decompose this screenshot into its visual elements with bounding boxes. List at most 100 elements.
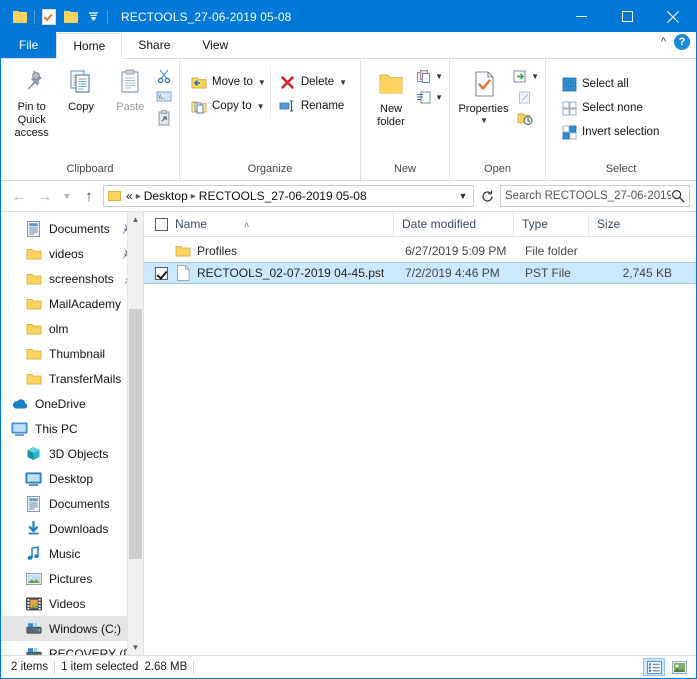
window-title: RECTOOLS_27-06-2019 05-08 (121, 9, 292, 24)
forward-button[interactable]: → (33, 185, 57, 207)
sidebar-item-screenshots[interactable]: screenshots (1, 266, 143, 291)
breadcrumb-prefix[interactable]: « (126, 189, 133, 203)
sidebar-item-3d-objects[interactable]: 3D Objects (1, 441, 143, 466)
sidebar-item-label: MailAcademy (49, 296, 122, 311)
large-icons-view-button[interactable] (668, 658, 690, 676)
sidebar-item-label: Videos (49, 596, 86, 611)
qat-folder-icon[interactable] (9, 6, 31, 28)
rename-button[interactable]: Rename (275, 95, 354, 117)
breadcrumb-dropdown-icon[interactable]: ▼ (455, 191, 471, 201)
sidebar-item-recovery-d[interactable]: RECOVERY (D:) (1, 641, 143, 655)
maximize-button[interactable] (604, 1, 650, 32)
select-all-checkbox[interactable] (155, 217, 168, 231)
help-icon[interactable]: ? (674, 34, 690, 50)
sidebar-item-this-pc[interactable]: This PC (1, 416, 143, 441)
refresh-button[interactable] (476, 185, 498, 207)
delete-button[interactable]: Delete ▼ (275, 71, 354, 93)
edit-button[interactable] (516, 88, 534, 106)
search-box[interactable]: Search RECTOOLS_27-06-2019... (500, 185, 690, 207)
paste-shortcut-icon[interactable] (155, 109, 173, 127)
move-to-button[interactable]: Move to ▼ (186, 71, 270, 93)
sidebar-item-videos[interactable]: Videos (1, 591, 143, 616)
new-folder-button[interactable]: New folder (367, 65, 415, 132)
tab-view[interactable]: View (186, 32, 244, 58)
cut-icon[interactable] (155, 67, 173, 85)
copy-path-icon[interactable]: \\.. (155, 88, 173, 106)
sidebar-item-windows-c[interactable]: Windows (C:) (1, 616, 143, 641)
ribbon-group-label-open: Open (484, 163, 511, 175)
sidebar-item-documents[interactable]: Documents (1, 216, 143, 241)
clipboard-small-icons: \\.. (155, 63, 173, 127)
sidebar-item-music[interactable]: Music (1, 541, 143, 566)
easy-access-caret-icon: ▼ (435, 92, 443, 102)
copy-button[interactable]: Copy (56, 63, 105, 117)
open-button[interactable]: ▼ (511, 67, 539, 85)
up-button[interactable]: ↑ (77, 185, 101, 207)
breadcrumb-item-desktop[interactable]: Desktop (144, 189, 188, 203)
table-row[interactable]: Profiles 6/27/2019 5:09 PM File folder (144, 240, 696, 262)
column-headers: Name ˄ Date modified Type Size (144, 212, 696, 237)
tab-home[interactable]: Home (56, 33, 123, 59)
close-button[interactable] (650, 1, 696, 32)
sidebar-item-documents[interactable]: Documents (1, 491, 143, 516)
column-header-size[interactable]: Size (589, 212, 679, 236)
paste-button[interactable]: Paste (106, 63, 155, 117)
sidebar-item-olm[interactable]: olm (1, 316, 143, 341)
search-input[interactable]: Search RECTOOLS_27-06-2019... (505, 190, 671, 202)
breadcrumb-bar[interactable]: « ▸ Desktop ▸ RECTOOLS_27-06-2019 05-08 … (103, 185, 474, 207)
properties-button[interactable]: Properties ▼ (456, 65, 511, 128)
row-checkbox[interactable] (155, 245, 168, 258)
sidebar-item-downloads[interactable]: Downloads (1, 516, 143, 541)
downloads-icon (25, 521, 42, 537)
collapse-ribbon-icon[interactable]: ^ (661, 36, 666, 48)
nav-scroll-up-icon[interactable]: ▲ (128, 212, 143, 227)
column-header-date[interactable]: Date modified (394, 212, 514, 236)
recent-locations-button[interactable]: ▼ (59, 185, 75, 207)
cell-date-modified: 6/27/2019 5:09 PM (405, 244, 507, 258)
nav-scroll-thumb[interactable] (129, 309, 142, 559)
paste-label: Paste (116, 101, 145, 113)
breadcrumb-sep-0: ▸ (135, 190, 141, 202)
sidebar-item-pictures[interactable]: Pictures (1, 566, 143, 591)
sidebar-item-label: Documents (49, 496, 110, 511)
table-row[interactable]: RECTOOLS_02-07-2019 04-45.pst 7/2/2019 4:… (144, 262, 696, 284)
pin-icon (17, 66, 47, 98)
svg-text:\\..: \\.. (158, 95, 165, 101)
sidebar-item-videos[interactable]: videos (1, 241, 143, 266)
navigation-tree: Documents videos screenshots MailAcademy olm… (1, 212, 143, 655)
sidebar-item-thumbnail[interactable]: Thumbnail (1, 341, 143, 366)
history-button[interactable] (516, 109, 534, 127)
sidebar-item-desktop[interactable]: Desktop (1, 466, 143, 491)
back-button[interactable]: ← (7, 185, 31, 207)
row-checkbox[interactable] (155, 266, 168, 280)
copy-to-button[interactable]: Copy to ▼ (186, 95, 270, 117)
qat-customize-caret-icon[interactable] (82, 6, 104, 28)
qat-separator (34, 9, 35, 24)
select-all-button[interactable]: Select all (556, 73, 663, 95)
pin-to-quick-access-button[interactable]: Pin to Quick access (7, 63, 56, 143)
status-separator-2 (193, 660, 195, 674)
column-header-name[interactable]: Name ˄ (144, 212, 394, 236)
select-none-button[interactable]: Select none (556, 97, 663, 119)
new-item-button[interactable]: ▼ (415, 67, 443, 85)
column-header-type[interactable]: Type (514, 212, 589, 236)
qat-properties-icon[interactable] (38, 6, 60, 28)
new-folder-label: New folder (377, 103, 405, 128)
details-view-button[interactable] (643, 658, 665, 676)
navigation-scrollbar[interactable]: ▲ ▼ (127, 212, 143, 655)
sidebar-item-mailacademy[interactable]: MailAcademy (1, 291, 143, 316)
folder-icon (25, 321, 42, 337)
move-to-caret-icon: ▼ (257, 77, 266, 87)
sidebar-item-onedrive[interactable]: OneDrive (1, 391, 143, 416)
breadcrumb-item-current[interactable]: RECTOOLS_27-06-2019 05-08 (199, 189, 367, 203)
easy-access-button[interactable]: ▼ (415, 88, 443, 106)
minimize-button[interactable] (558, 1, 604, 32)
tab-file[interactable]: File (1, 32, 57, 58)
nav-scroll-down-icon[interactable]: ▼ (128, 640, 143, 655)
invert-selection-button[interactable]: Invert selection (556, 121, 663, 143)
status-selection: 1 item selected (61, 661, 139, 673)
tab-share[interactable]: Share (122, 32, 186, 58)
qat-new-folder-icon[interactable] (60, 6, 82, 28)
folder-icon (25, 371, 42, 387)
sidebar-item-transfermails[interactable]: TransferMails (1, 366, 143, 391)
